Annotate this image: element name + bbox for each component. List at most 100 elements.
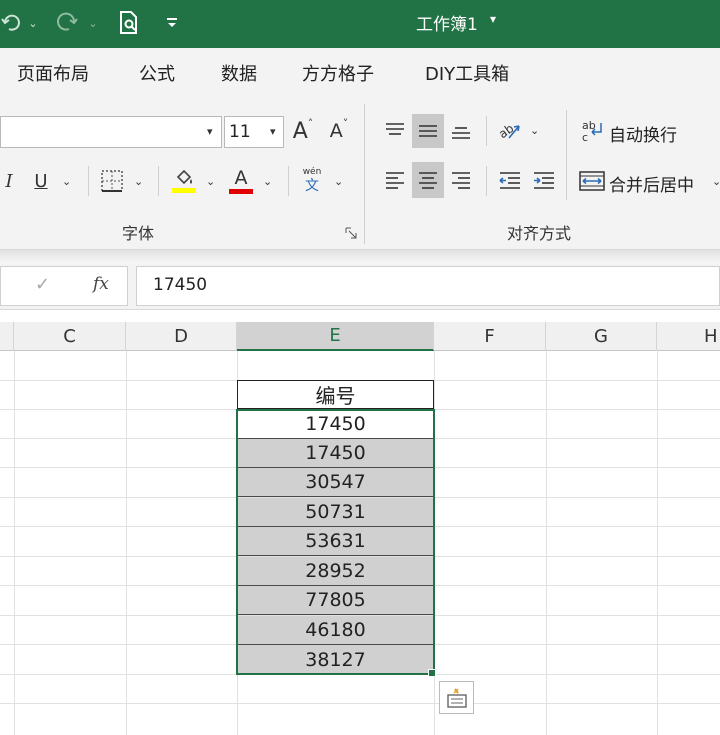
align-right-button[interactable] <box>446 164 476 196</box>
phonetic-guide-button[interactable]: wén 文 <box>298 164 326 196</box>
quick-analysis-icon <box>446 687 467 708</box>
align-left-icon <box>386 172 404 189</box>
font-color-dropdown-icon[interactable]: ⌄ <box>263 175 272 188</box>
data-cell[interactable]: 28952 <box>237 557 434 586</box>
tab-diy-toolbox[interactable]: DIY工具箱 <box>425 60 509 86</box>
tab-formulas[interactable]: 公式 <box>139 60 175 86</box>
phonetic-dropdown-icon[interactable]: ⌄ <box>334 175 343 188</box>
phonetic-glyph-top: wén <box>302 166 322 177</box>
decrease-indent-icon <box>499 172 520 189</box>
orientation-dropdown-icon[interactable]: ⌄ <box>530 124 539 137</box>
borders-icon <box>101 170 123 192</box>
data-cell[interactable]: 38127 <box>237 645 434 674</box>
data-cell[interactable]: 30547 <box>237 468 434 497</box>
bottom-align-button[interactable] <box>446 116 476 146</box>
column-header-f[interactable]: F <box>434 322 546 351</box>
divider <box>566 110 567 200</box>
font-name-dropdown-icon[interactable]: ▾ <box>207 125 213 138</box>
tab-data[interactable]: 数据 <box>221 60 257 86</box>
merge-center-icon[interactable] <box>578 166 606 196</box>
divider <box>486 166 487 196</box>
column-header-row: C D E F G H <box>0 322 720 351</box>
data-cell[interactable]: 50731 <box>237 498 434 527</box>
font-name-input[interactable]: ▾ <box>0 116 222 148</box>
svg-text:c: c <box>582 131 588 144</box>
fill-color-dropdown-icon[interactable]: ⌄ <box>206 175 215 188</box>
underline-button[interactable]: U <box>30 166 52 196</box>
title-bar: ⌄ ⌄ 工作簿1 ▾ <box>0 0 720 48</box>
fill-handle[interactable] <box>428 669 436 677</box>
font-group-label: 字体 <box>122 224 155 243</box>
font-size-value: 11 <box>229 122 251 142</box>
header-cell[interactable]: 编号 <box>237 380 434 409</box>
font-color-button[interactable]: A <box>228 164 254 196</box>
formula-value: 17450 <box>153 275 208 295</box>
title-dropdown-icon[interactable]: ▾ <box>490 12 496 26</box>
gridline <box>0 703 720 704</box>
tab-fangfanggezi[interactable]: 方方格子 <box>302 60 374 86</box>
ribbon: 页面布局 公式 数据 方方格子 DIY工具箱 <box>0 48 720 250</box>
divider <box>88 166 89 196</box>
merge-center-button[interactable]: 合并后居中 <box>609 171 694 196</box>
column-header-d[interactable]: D <box>126 322 237 351</box>
redo-dropdown-icon[interactable]: ⌄ <box>86 10 100 36</box>
underline-glyph: U <box>34 170 48 192</box>
tab-page-layout[interactable]: 页面布局 <box>17 60 89 86</box>
insert-function-icon[interactable]: fx <box>93 274 109 294</box>
top-align-button[interactable] <box>380 116 410 146</box>
align-center-icon <box>419 172 437 189</box>
paint-bucket-icon <box>176 169 192 184</box>
data-cell[interactable]: 17450 <box>237 439 434 468</box>
increase-indent-button[interactable] <box>530 164 558 196</box>
confirm-icon[interactable]: ✓ <box>35 274 50 295</box>
italic-button[interactable]: I <box>0 166 18 196</box>
underline-dropdown-icon[interactable]: ⌄ <box>62 175 71 188</box>
font-size-dropdown-icon[interactable]: ▾ <box>270 125 276 138</box>
divider <box>486 116 487 146</box>
column-header-e[interactable]: E <box>237 322 434 351</box>
wrap-text-icon[interactable]: ab c <box>580 116 606 146</box>
middle-align-icon <box>419 125 437 137</box>
formula-input[interactable] <box>136 266 720 306</box>
customize-quick-access-icon[interactable] <box>162 10 182 36</box>
column-header-g[interactable]: G <box>546 322 657 351</box>
gridline <box>0 674 720 675</box>
top-align-icon <box>386 123 404 135</box>
undo-dropdown-icon[interactable]: ⌄ <box>26 10 40 36</box>
divider <box>158 166 159 196</box>
borders-dropdown-icon[interactable]: ⌄ <box>134 175 143 188</box>
italic-glyph: I <box>5 170 13 192</box>
align-right-icon <box>452 172 470 189</box>
column-header[interactable] <box>0 322 14 351</box>
column-header-h[interactable]: H <box>657 322 720 351</box>
print-preview-icon[interactable] <box>114 10 144 36</box>
svg-text:ab: ab <box>497 121 516 141</box>
data-cell[interactable]: 17450 <box>237 410 434 439</box>
undo-icon[interactable] <box>0 10 24 36</box>
increase-font-glyph: A <box>292 118 308 144</box>
wrap-text-button[interactable]: 自动换行 <box>609 121 677 146</box>
font-color-glyph: A <box>234 166 248 189</box>
data-cell[interactable]: 46180 <box>237 616 434 645</box>
data-cell[interactable]: 53631 <box>237 527 434 556</box>
quick-analysis-button[interactable] <box>439 681 474 714</box>
column-header-c[interactable]: C <box>14 322 126 351</box>
font-dialog-launcher-icon[interactable] <box>344 226 358 240</box>
decrease-indent-button[interactable] <box>496 164 524 196</box>
orientation-button[interactable]: ab <box>494 116 524 146</box>
text-orientation-icon: ab <box>497 121 520 141</box>
redo-icon[interactable] <box>52 10 82 36</box>
data-cell[interactable]: 77805 <box>237 586 434 615</box>
merge-center-dropdown-icon[interactable]: ⌄ <box>712 175 720 188</box>
middle-align-button[interactable] <box>412 114 444 148</box>
increase-font-size-button[interactable]: A ˄ <box>288 116 318 146</box>
increase-indent-icon <box>534 172 554 189</box>
borders-button[interactable] <box>98 166 126 196</box>
decrease-font-glyph: A <box>329 120 343 142</box>
fill-color-button[interactable] <box>170 164 198 196</box>
decrease-font-size-button[interactable]: A ˅ <box>324 116 354 146</box>
font-size-input[interactable]: 11 ▾ <box>224 116 284 148</box>
align-left-button[interactable] <box>380 164 410 196</box>
align-center-button[interactable] <box>412 162 444 198</box>
workbook-title[interactable]: 工作簿1 <box>416 10 478 35</box>
